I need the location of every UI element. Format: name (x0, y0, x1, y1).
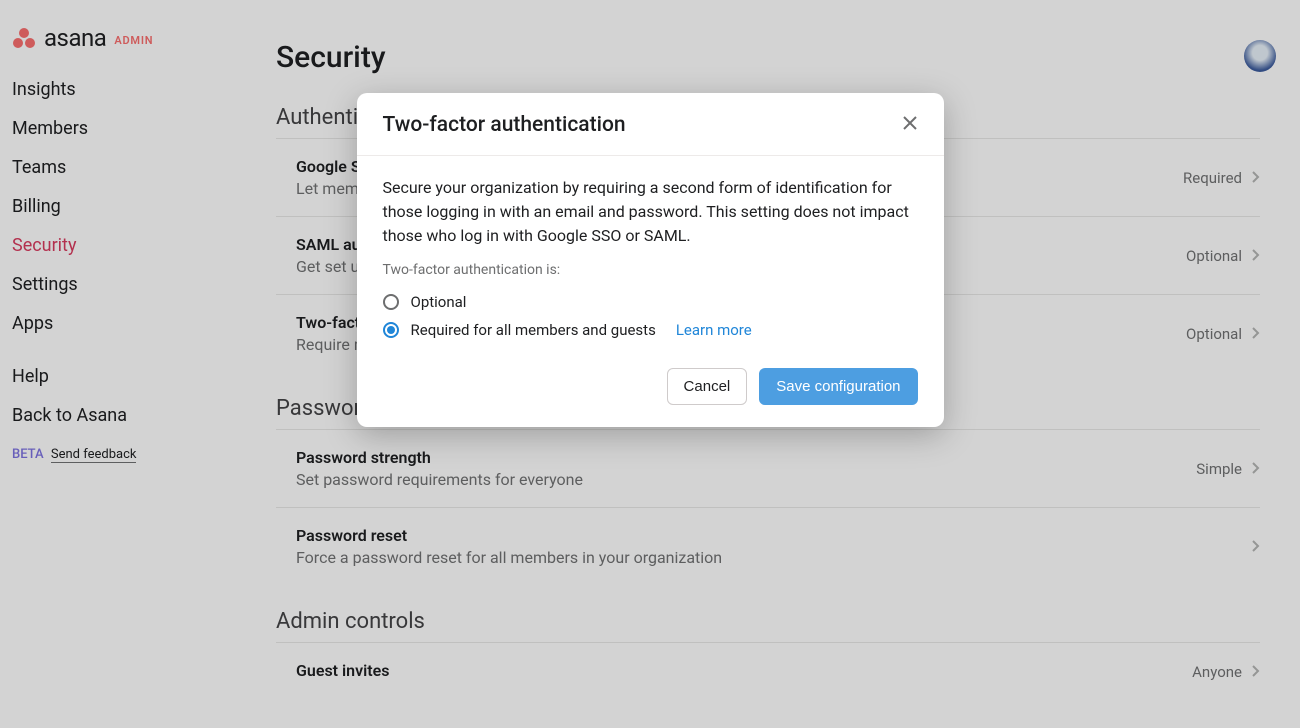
close-button[interactable] (902, 115, 918, 136)
save-button[interactable]: Save configuration (759, 368, 917, 405)
learn-more-link[interactable]: Learn more (676, 321, 752, 339)
radio-icon (383, 322, 399, 338)
radio-icon (383, 294, 399, 310)
radio-label: Optional (411, 293, 467, 311)
radio-optional[interactable]: Optional (383, 288, 918, 316)
radio-label: Required for all members and guests (411, 321, 656, 339)
modal-2fa: Two-factor authentication Secure your or… (357, 93, 944, 427)
close-icon (902, 115, 918, 131)
modal-title: Two-factor authentication (383, 113, 626, 137)
cancel-button[interactable]: Cancel (667, 368, 748, 405)
modal-overlay[interactable]: Two-factor authentication Secure your or… (0, 0, 1300, 728)
modal-description: Secure your organization by requiring a … (383, 176, 918, 248)
radio-required[interactable]: Required for all members and guests Lear… (383, 316, 918, 344)
modal-sublabel: Two-factor authentication is: (383, 262, 918, 278)
